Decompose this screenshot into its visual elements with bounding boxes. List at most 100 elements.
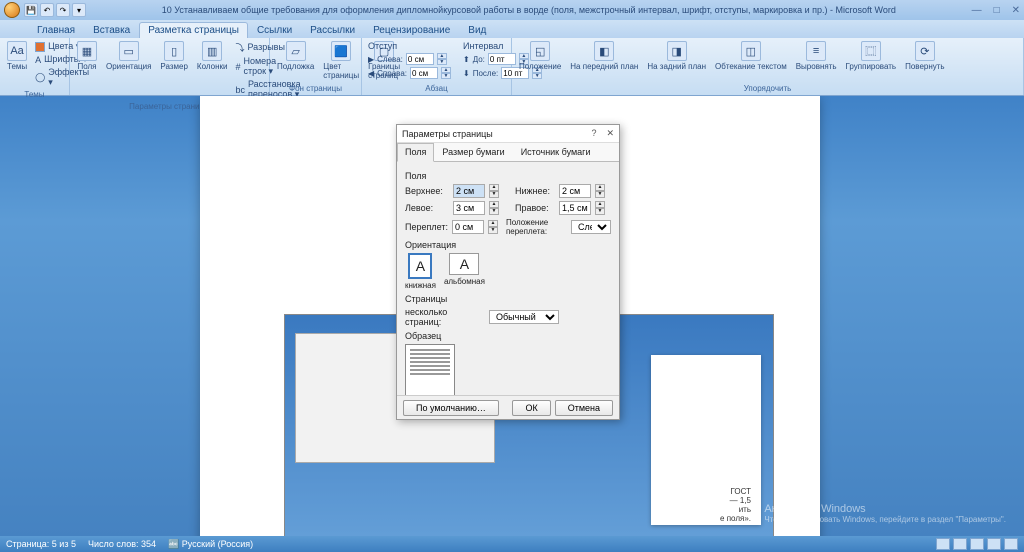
gutter-spinner[interactable]: ▲▼ — [488, 220, 498, 234]
indent-left-spinner[interactable]: ▲▼ — [437, 53, 447, 65]
breaks-icon: ⤵ — [235, 41, 244, 54]
group-page-setup: ▦Поля ▭Ориентация ▯Размер ▥Колонки ⤵Разр… — [70, 38, 270, 95]
ribbon-tabs: Главная Вставка Разметка страницы Ссылки… — [0, 20, 1024, 38]
text-wrap-button[interactable]: ◫Обтекание текстом — [712, 40, 790, 72]
indent-left-input[interactable] — [406, 53, 434, 65]
window-controls: — □ ✕ — [972, 5, 1020, 16]
effects-icon: ◯ — [35, 72, 45, 83]
save-icon[interactable]: 💾 — [24, 3, 38, 17]
orientation-section-label: Ориентация — [405, 240, 611, 250]
qat-more-icon[interactable]: ▾ — [72, 3, 86, 17]
group-button[interactable]: ⿴Группировать — [843, 40, 900, 72]
watermark-icon: ▱ — [286, 41, 306, 61]
activation-subtitle: Чтобы активировать Windows, перейдите в … — [764, 515, 1006, 524]
dialog-close-icon[interactable]: ✕ — [606, 128, 614, 139]
close-icon[interactable]: ✕ — [1012, 5, 1020, 16]
dialog-body: Поля Верхнее: ▲▼ Нижнее: ▲▼ Левое: ▲▼ Пр… — [397, 162, 619, 426]
page-setup-dialog: Параметры страницы ? ✕ Поля Размер бумаги… — [396, 124, 620, 420]
margin-bottom-spinner[interactable]: ▲▼ — [595, 184, 605, 198]
window-title: 10 Устанавливаем общие требования для оф… — [86, 5, 972, 15]
quick-access-toolbar: 💾 ↶ ↷ ▾ — [24, 3, 86, 17]
multi-pages-row: несколько страниц: Обычный — [405, 307, 611, 327]
view-web[interactable] — [970, 538, 984, 550]
tab-mailings[interactable]: Рассылки — [301, 22, 364, 38]
group-arrange: ◱Положение ◧На передний план ◨На задний … — [512, 38, 1024, 95]
gutter-row: Переплет: ▲▼ Положение переплета: Слева — [405, 218, 611, 236]
group-icon: ⿴ — [861, 41, 881, 61]
group-page-background: ▱Подложка 🟦Цвет страницы ▢Границы страни… — [270, 38, 362, 95]
view-draft[interactable] — [1004, 538, 1018, 550]
position-button[interactable]: ◱Положение — [516, 40, 564, 72]
margin-bottom-input[interactable] — [559, 184, 591, 198]
status-page[interactable]: Страница: 5 из 5 — [6, 539, 76, 549]
tab-home[interactable]: Главная — [28, 22, 84, 38]
tab-review[interactable]: Рецензирование — [364, 22, 459, 38]
color-icon — [35, 42, 45, 52]
margin-right-input[interactable] — [559, 201, 591, 215]
orientation-landscape[interactable]: Aальбомная — [444, 253, 485, 290]
orientation-button[interactable]: ▭Ориентация — [103, 40, 154, 72]
preview-section-label: Образец — [405, 331, 611, 341]
portrait-icon: A — [408, 253, 432, 279]
office-button[interactable] — [4, 2, 20, 18]
dialog-tab-source[interactable]: Источник бумаги — [513, 143, 599, 161]
indent-left-row: ▶Слева:▲▼ — [366, 52, 453, 66]
dialog-title: Параметры страницы — [402, 129, 493, 139]
rotate-button[interactable]: ⟳Повернуть — [902, 40, 948, 72]
undo-icon[interactable]: ↶ — [40, 3, 54, 17]
cancel-button[interactable]: Отмена — [555, 400, 613, 416]
view-print-layout[interactable] — [936, 538, 950, 550]
fonts-icon: A — [35, 55, 41, 65]
spacing-before-icon: ⬆ — [463, 55, 470, 64]
margin-left-spinner[interactable]: ▲▼ — [489, 201, 499, 215]
tab-insert[interactable]: Вставка — [84, 22, 139, 38]
ok-button[interactable]: ОК — [512, 400, 550, 416]
themes-button[interactable]: AaТемы — [4, 40, 30, 72]
tab-page-layout[interactable]: Разметка страницы — [139, 22, 248, 38]
margin-left-input[interactable] — [453, 201, 485, 215]
orientation-selector: Aкнижная Aальбомная — [405, 253, 611, 290]
themes-icon: Aa — [7, 41, 27, 61]
ribbon: AaТемы Цвета ▾ AШрифты ▾ ◯Эффекты ▾ Темы… — [0, 38, 1024, 96]
status-lang[interactable]: 🔤 Русский (Россия) — [168, 539, 253, 550]
maximize-icon[interactable]: □ — [994, 5, 1000, 16]
activation-watermark: Активация Windows Чтобы активировать Win… — [764, 503, 1006, 524]
view-fullscreen[interactable] — [953, 538, 967, 550]
gutter-pos-select[interactable]: Слева — [571, 220, 611, 234]
columns-button[interactable]: ▥Колонки — [194, 40, 231, 72]
dialog-tab-paper[interactable]: Размер бумаги — [434, 143, 512, 161]
margin-left-row: Левое: ▲▼ Правое: ▲▼ — [405, 201, 611, 215]
default-button[interactable]: По умолчанию… — [403, 400, 499, 416]
bring-front-button[interactable]: ◧На передний план — [567, 40, 641, 72]
orientation-portrait[interactable]: Aкнижная — [405, 253, 436, 290]
preview-thumbnail — [405, 344, 455, 400]
minimize-icon[interactable]: — — [972, 5, 982, 16]
dialog-tab-margins[interactable]: Поля — [397, 143, 434, 162]
indent-right-spinner[interactable]: ▲▼ — [441, 67, 451, 79]
margins-icon: ▦ — [77, 41, 97, 61]
multi-pages-select[interactable]: Обычный — [489, 310, 559, 324]
indent-right-input[interactable] — [410, 67, 438, 79]
send-back-button[interactable]: ◨На задний план — [644, 40, 709, 72]
status-words[interactable]: Число слов: 354 — [88, 539, 156, 549]
size-button[interactable]: ▯Размер — [157, 40, 191, 72]
activation-title: Активация Windows — [764, 503, 1006, 515]
dialog-help-icon[interactable]: ? — [591, 128, 596, 139]
margins-button[interactable]: ▦Поля — [74, 40, 100, 72]
align-button[interactable]: ≡Выровнять — [793, 40, 840, 72]
tab-references[interactable]: Ссылки — [248, 22, 301, 38]
indent-left-icon: ▶ — [368, 55, 374, 64]
gutter-input[interactable] — [452, 220, 484, 234]
page-color-button[interactable]: 🟦Цвет страницы — [320, 40, 362, 81]
redo-icon[interactable]: ↷ — [56, 3, 70, 17]
tab-view[interactable]: Вид — [459, 22, 495, 38]
view-outline[interactable] — [987, 538, 1001, 550]
indent-label: Отступ — [366, 40, 453, 52]
watermark-button[interactable]: ▱Подложка — [274, 40, 317, 72]
size-icon: ▯ — [164, 41, 184, 61]
margin-right-spinner[interactable]: ▲▼ — [595, 201, 605, 215]
margin-top-spinner[interactable]: ▲▼ — [489, 184, 499, 198]
margin-top-input[interactable] — [453, 184, 485, 198]
dialog-footer: По умолчанию… ОК Отмена — [397, 395, 619, 419]
inner-visible-text: ГОСТ — 1,5 ить е поля». — [720, 487, 751, 523]
